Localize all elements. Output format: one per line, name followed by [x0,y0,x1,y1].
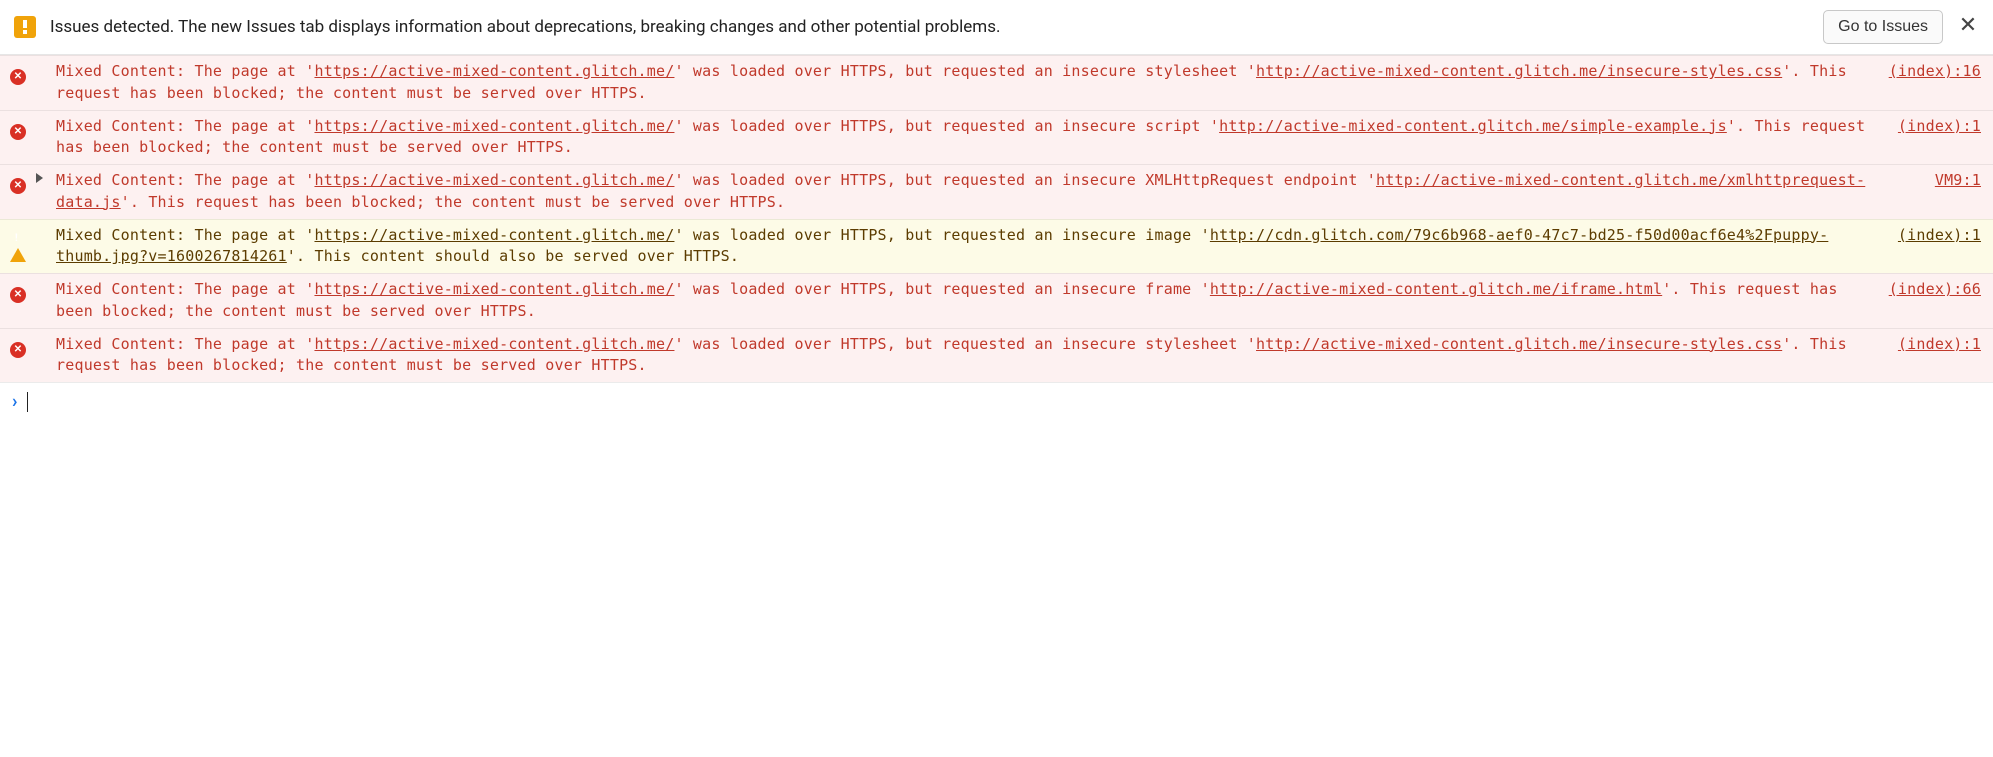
error-icon [10,124,26,140]
page-url-link[interactable]: https://active-mixed-content.glitch.me/ [314,280,674,298]
expand-toggle [36,61,48,63]
source-link[interactable]: (index):1 [1898,116,1981,138]
resource-type: script [1145,117,1200,135]
console-message: Mixed Content: The page at 'https://acti… [56,116,1890,160]
console-message: Mixed Content: The page at 'https://acti… [56,279,1881,323]
console-log: Mixed Content: The page at 'https://acti… [0,55,1993,382]
console-entry: Mixed Content: The page at 'https://acti… [0,328,1993,383]
expand-toggle [36,116,48,118]
source-link[interactable]: (index):1 [1898,334,1981,356]
console-entry: Mixed Content: The page at 'https://acti… [0,273,1993,328]
console-entry: Mixed Content: The page at 'https://acti… [0,55,1993,110]
console-entry: Mixed Content: The page at 'https://acti… [0,164,1993,219]
console-entry: Mixed Content: The page at 'https://acti… [0,219,1993,274]
prompt-chevron-icon: › [12,391,17,412]
page-url-link[interactable]: https://active-mixed-content.glitch.me/ [314,226,674,244]
resource-url-link[interactable]: http://active-mixed-content.glitch.me/in… [1256,62,1782,80]
console-entry: Mixed Content: The page at 'https://acti… [0,110,1993,165]
go-to-issues-button[interactable]: Go to Issues [1823,10,1943,44]
page-url-link[interactable]: https://active-mixed-content.glitch.me/ [314,62,674,80]
issues-text: Issues detected. The new Issues tab disp… [50,17,1809,37]
error-icon [10,178,26,194]
console-message: Mixed Content: The page at 'https://acti… [56,334,1890,378]
resource-url-link[interactable]: http://active-mixed-content.glitch.me/in… [1256,335,1782,353]
page-url-link[interactable]: https://active-mixed-content.glitch.me/ [314,117,674,135]
resource-type: image [1145,226,1191,244]
source-link[interactable]: (index):66 [1889,279,1981,301]
text-caret [27,392,28,412]
source-link[interactable]: VM9:1 [1935,170,1981,192]
message-tail: This content should also be served over … [314,247,739,265]
page-url-link[interactable]: https://active-mixed-content.glitch.me/ [314,335,674,353]
issues-bar: Issues detected. The new Issues tab disp… [0,0,1993,55]
console-prompt[interactable]: › [0,382,1993,420]
resource-type: stylesheet [1145,335,1237,353]
resource-url-link[interactable]: http://active-mixed-content.glitch.me/si… [1219,117,1727,135]
console-message: Mixed Content: The page at 'https://acti… [56,225,1890,269]
expand-toggle[interactable] [36,170,48,188]
resource-url-link[interactable]: http://active-mixed-content.glitch.me/if… [1210,280,1662,298]
expand-toggle [36,225,48,227]
expand-toggle [36,279,48,281]
resource-type: XMLHttpRequest endpoint [1145,171,1357,189]
resource-type: stylesheet [1145,62,1237,80]
error-icon [10,287,26,303]
source-link[interactable]: (index):1 [1898,225,1981,247]
error-icon [10,342,26,358]
error-icon [10,69,26,85]
issues-icon [14,16,36,38]
page-url-link[interactable]: https://active-mixed-content.glitch.me/ [314,171,674,189]
message-tail: This request has been blocked; the conte… [148,193,785,211]
console-message: Mixed Content: The page at 'https://acti… [56,61,1881,105]
expand-toggle [36,334,48,336]
resource-type: frame [1145,280,1191,298]
chevron-right-icon [36,173,43,183]
source-link[interactable]: (index):16 [1889,61,1981,83]
console-message: Mixed Content: The page at 'https://acti… [56,170,1927,214]
close-icon[interactable]: ✕ [1957,16,1979,38]
warning-icon [10,230,26,262]
